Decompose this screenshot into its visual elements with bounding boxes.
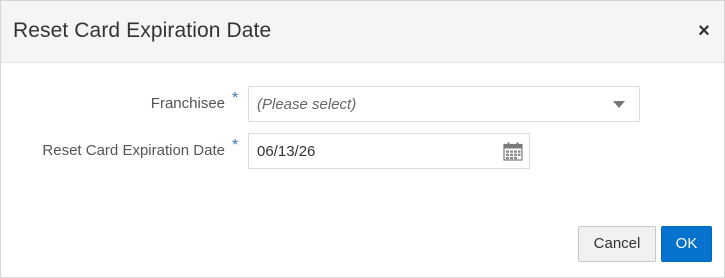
reset-date-field[interactable]: 06/13/26	[248, 133, 530, 169]
franchisee-required-marker: *	[232, 90, 239, 107]
franchisee-select[interactable]: (Please select)	[248, 86, 640, 122]
chevron-down-icon	[613, 101, 625, 108]
cancel-button[interactable]: Cancel	[578, 226, 656, 262]
calendar-icon[interactable]	[503, 142, 523, 161]
franchisee-label: Franchisee	[150, 95, 225, 112]
close-icon[interactable]: ×	[696, 21, 712, 41]
reset-date-required-marker: *	[232, 137, 239, 154]
dialog-title: Reset Card Expiration Date	[13, 19, 272, 42]
reset-date-label-group: Reset Card Expiration Date	[1, 133, 225, 169]
reset-date-label: Reset Card Expiration Date	[42, 142, 225, 159]
reset-card-expiration-dialog: Reset Card Expiration Date × Franchisee …	[0, 0, 725, 278]
reset-date-value[interactable]: 06/13/26	[257, 143, 315, 160]
franchisee-label-group: Franchisee	[1, 86, 225, 122]
franchisee-select-placeholder: (Please select)	[257, 96, 357, 113]
dialog-header: Reset Card Expiration Date ×	[1, 1, 724, 63]
ok-button[interactable]: OK	[661, 226, 712, 262]
